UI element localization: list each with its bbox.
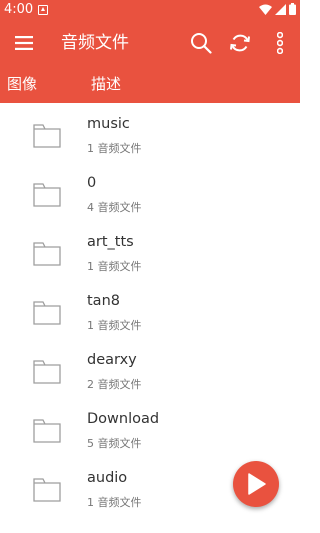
wifi-icon xyxy=(259,4,272,15)
status-icons xyxy=(259,3,296,15)
list-item[interactable]: music 1 音频文件 xyxy=(0,104,300,163)
tab-images[interactable]: 图像 xyxy=(7,74,37,94)
folder-name: 0 xyxy=(87,175,97,191)
folder-name: art_tts xyxy=(87,234,134,250)
more-vert-icon[interactable] xyxy=(268,20,292,66)
folder-icon xyxy=(33,419,61,443)
list-item[interactable]: Download 5 音频文件 xyxy=(0,399,300,458)
folder-count: 1 音频文件 xyxy=(87,496,142,509)
folder-name: music xyxy=(87,116,130,132)
battery-icon xyxy=(289,3,296,15)
folder-count: 4 音频文件 xyxy=(87,201,142,214)
folder-name: tan8 xyxy=(87,293,120,309)
folder-name: Download xyxy=(87,411,160,427)
folder-count: 1 音频文件 xyxy=(87,319,142,332)
play-button[interactable] xyxy=(233,461,279,507)
list-item[interactable]: 0 4 音频文件 xyxy=(0,163,300,222)
status-time: 4:00 xyxy=(4,2,34,17)
folder-icon xyxy=(33,242,61,266)
search-icon[interactable] xyxy=(186,20,216,66)
folder-icon xyxy=(33,360,61,384)
notification-icon xyxy=(38,5,48,15)
list-item[interactable]: dearxy 2 音频文件 xyxy=(0,340,300,399)
tab-bar: 图像 描述 xyxy=(0,66,300,103)
folder-name: dearxy xyxy=(87,352,137,368)
app-header: 4:00 音频文件 图像 描述 xyxy=(0,0,300,103)
page-title: 音频文件 xyxy=(61,33,129,53)
folder-icon xyxy=(33,124,61,148)
folder-name: audio xyxy=(87,470,128,486)
folder-icon xyxy=(33,183,61,207)
list-item[interactable]: art_tts 1 音频文件 xyxy=(0,222,300,281)
play-icon xyxy=(248,473,266,495)
list-item[interactable]: tan8 1 音频文件 xyxy=(0,281,300,340)
folder-icon xyxy=(33,301,61,325)
folder-count: 5 音频文件 xyxy=(87,437,142,450)
folder-count: 1 音频文件 xyxy=(87,142,142,155)
signal-icon xyxy=(275,3,286,15)
folder-count: 1 音频文件 xyxy=(87,260,142,273)
tab-description[interactable]: 描述 xyxy=(91,74,121,94)
menu-icon[interactable] xyxy=(10,20,38,66)
folder-count: 2 音频文件 xyxy=(87,378,142,391)
refresh-icon[interactable] xyxy=(225,20,255,66)
toolbar: 音频文件 xyxy=(0,20,300,66)
folder-icon xyxy=(33,478,61,502)
status-bar: 4:00 xyxy=(0,0,300,20)
